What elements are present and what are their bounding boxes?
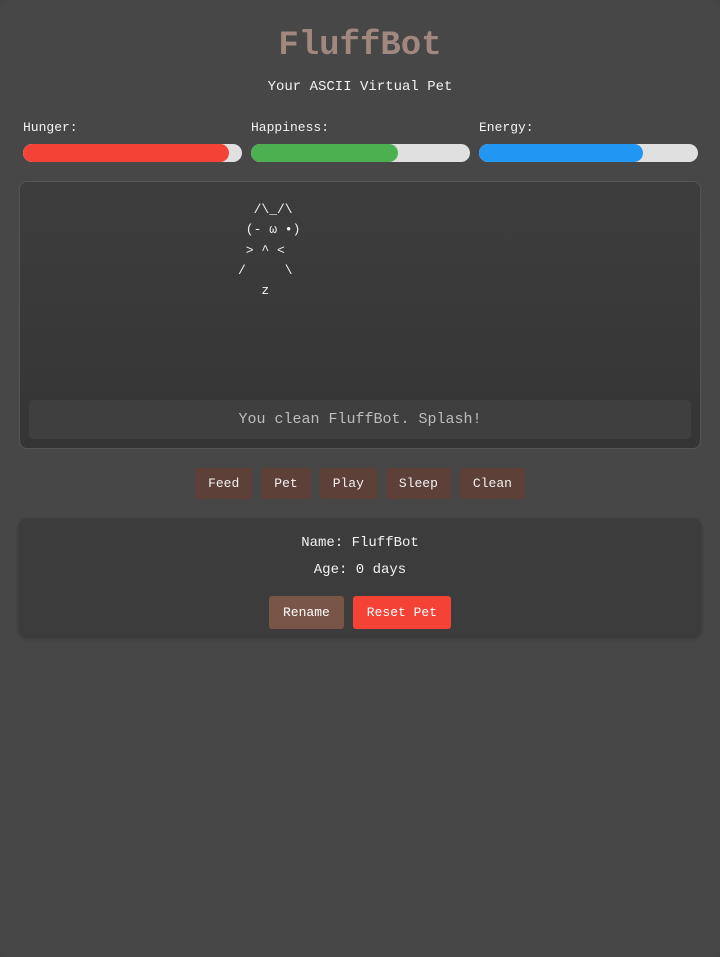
pet-ascii-art: /\_/\ (- ω •) > ^ < / \ z xyxy=(238,202,301,299)
app-window: FluffBot Your ASCII Virtual Pet Hunger: … xyxy=(0,0,720,957)
stats-panel: Hunger: Happiness: Energy: xyxy=(23,120,698,164)
pet-info-panel: Name: FluffBot Age: 0 days Rename Reset … xyxy=(19,518,701,636)
pet-display: /\_/\ (- ω •) > ^ < / \ z You clean Fluf… xyxy=(19,181,701,449)
play-button[interactable]: Play xyxy=(319,468,377,499)
clean-button[interactable]: Clean xyxy=(459,468,525,499)
stat-happiness: Happiness: xyxy=(251,120,470,162)
reset-pet-button[interactable]: Reset Pet xyxy=(352,596,452,629)
hunger-bar-fill xyxy=(23,144,229,162)
energy-bar-fill xyxy=(479,144,644,162)
stat-happiness-label: Happiness: xyxy=(251,120,330,135)
stat-hunger: Hunger: xyxy=(23,120,242,162)
rename-button[interactable]: Rename xyxy=(268,596,344,629)
energy-bar xyxy=(479,144,698,162)
hunger-bar xyxy=(23,144,242,162)
stat-hunger-label: Hunger: xyxy=(23,120,78,135)
pet-button[interactable]: Pet xyxy=(261,468,311,499)
feed-button[interactable]: Feed xyxy=(195,468,253,499)
page-subtitle: Your ASCII Virtual Pet xyxy=(267,79,453,95)
info-buttons: Rename Reset Pet xyxy=(19,596,701,629)
stat-energy: Energy: xyxy=(479,120,698,162)
action-buttons: Feed Pet Play Sleep Clean xyxy=(0,468,720,499)
pet-age: Age: 0 days xyxy=(313,562,407,578)
happiness-bar-fill xyxy=(251,144,398,162)
happiness-bar xyxy=(251,144,470,162)
sleep-button[interactable]: Sleep xyxy=(385,468,451,499)
status-message: You clean FluffBot. Splash! xyxy=(29,400,691,439)
pet-name: Name: FluffBot xyxy=(301,535,419,551)
stat-energy-label: Energy: xyxy=(479,120,534,135)
page-title: FluffBot xyxy=(278,27,442,65)
